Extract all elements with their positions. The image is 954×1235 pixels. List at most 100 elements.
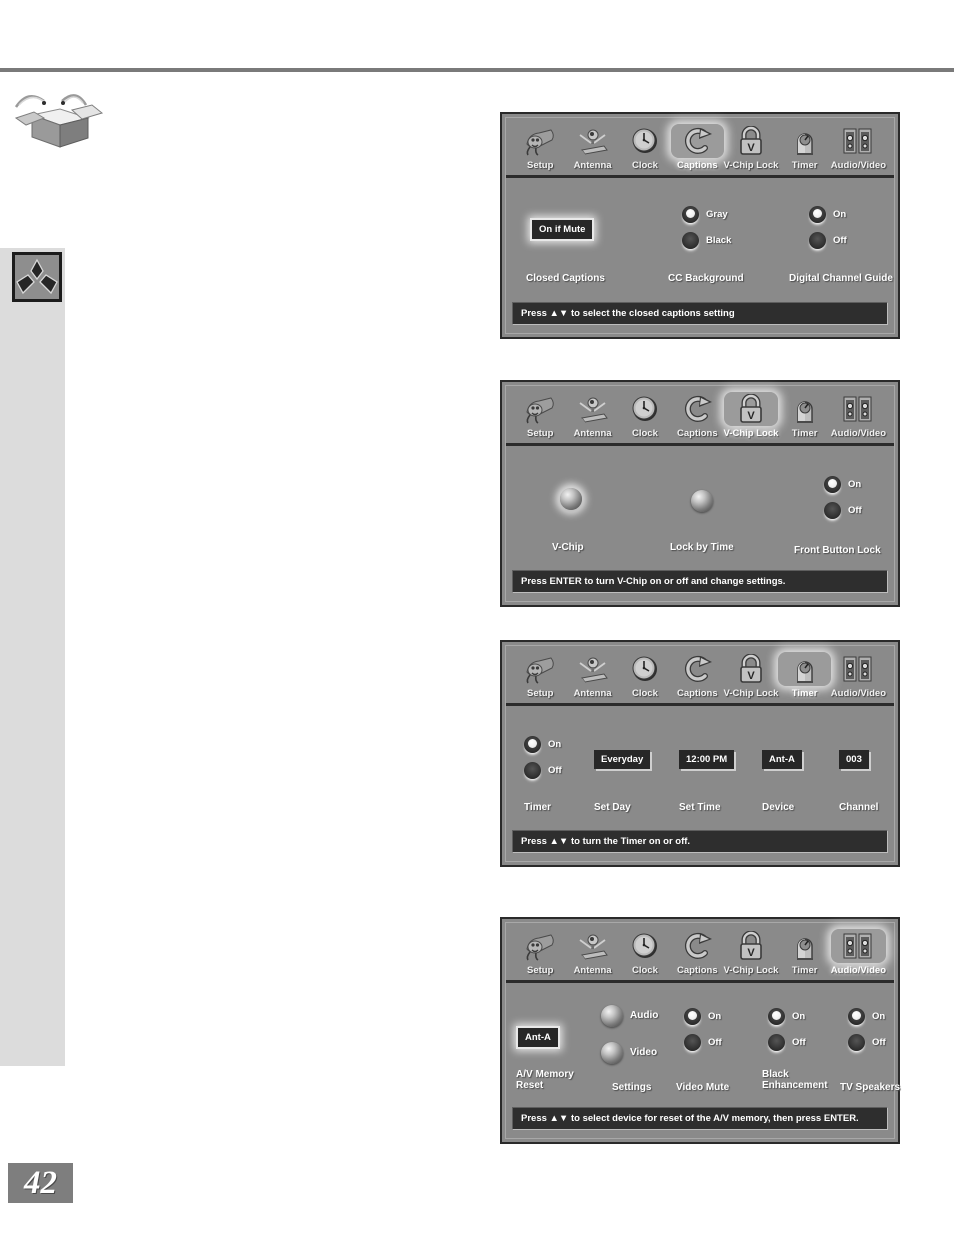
menu-tab-v-chip-lock[interactable]: V V-Chip Lock [723,124,779,171]
group-label-device: Device [762,802,795,813]
menu-tab-label: Captions [676,428,718,439]
menu-tab-label: Antenna [573,428,612,439]
group-label-channel: Channel [839,802,879,813]
menu-tab-clock[interactable]: Clock [619,652,671,699]
radio-video-mute-off[interactable] [684,1034,701,1051]
osd-body: On if Mute Gray Black On Off Closed Capti… [506,178,894,298]
radio-label-black-enhancement-on: On [792,1011,806,1022]
radio-tv-speakers-on[interactable] [848,1008,865,1025]
menu-tab-label: V-Chip Lock [723,428,779,439]
menu-tab-v-chip-lock[interactable]: V V-Chip Lock [723,392,779,439]
clock-icon [619,392,671,426]
padlock-v-icon: V [724,652,779,686]
menu-tab-label: Clock [632,160,658,171]
menu-tab-v-chip-lock[interactable]: V V-Chip Lock [723,929,779,976]
group-label-cc-background: CC Background [668,273,744,284]
menu-tab-antenna[interactable]: Antenna [566,124,618,171]
menu-tab-label: Clock [632,688,658,699]
group-label-set-day: Set Day [594,802,631,813]
menu-tab-antenna[interactable]: Antenna [566,929,618,976]
menu-tab-v-chip-lock[interactable]: V V-Chip Lock [724,652,779,699]
menu-tab-setup[interactable]: Setup [514,652,566,699]
value-box-closed-captions[interactable]: On if Mute [529,218,595,241]
menu-tab-captions[interactable]: Captions [671,392,723,439]
menu-tab-timer[interactable]: Timer [778,929,830,976]
menu-tab-clock[interactable]: Clock [619,124,671,171]
menu-tab-clock[interactable]: Clock [619,929,671,976]
osd-panel-audio_video: Setup Antenna Clock Captions V V-Chip Lo… [500,917,900,1144]
menu-tab-setup[interactable]: Setup [514,392,566,439]
menu-tab-audio-video[interactable]: Audio/Video [831,392,886,439]
svg-text:V: V [747,410,755,422]
radio-label-dcg-off: Off [833,235,847,246]
osd-menu-bar: Setup Antenna Clock Captions V V-Chip Lo… [506,118,894,178]
menu-tab-captions[interactable]: Captions [671,124,724,171]
menu-tab-antenna[interactable]: Antenna [566,392,618,439]
status-bar-wrap: Press ▲▼ to select device for reset of t… [506,1103,894,1138]
menu-tab-audio-video[interactable]: Audio/Video [831,124,886,171]
radio-dcg-on[interactable] [809,206,826,223]
osd-menu-bar: Setup Antenna Clock Captions V V-Chip Lo… [506,646,894,706]
power-plug-icon [514,124,566,158]
sphere-button-v-chip[interactable] [560,488,582,510]
value-box-set-time[interactable]: 12:00 PM [679,750,735,769]
status-bar-wrap: Press ▲▼ to turn the Timer on or off. [506,826,894,861]
menu-tab-captions[interactable]: Captions [671,652,723,699]
radio-dcg-off[interactable] [809,232,826,249]
timer-dial-icon [778,392,830,426]
radio-tv-speakers-off[interactable] [848,1034,865,1051]
menu-tab-label: V-Chip Lock [723,160,779,171]
clock-icon [619,929,671,963]
radio-video-mute-on[interactable] [684,1008,701,1025]
value-box-device[interactable]: Ant-A [762,750,802,769]
radio-black-enhancement-off[interactable] [768,1034,785,1051]
menu-tab-setup[interactable]: Setup [514,124,566,171]
osd-body: Ant-A Audio Video On Off On Off On Off A/V … [506,983,900,1103]
radio-label-dcg-on: On [833,209,847,220]
menu-tab-label: Captions [676,688,718,699]
osd-inner: Setup Antenna Clock Captions V V-Chip Lo… [505,922,900,1139]
osd-body: On Off Everyday 12:00 PM Ant-A 003 Timer Set D… [506,706,894,826]
menu-tab-timer[interactable]: Timer [778,124,830,171]
radio-label-tv-speakers-on: On [872,1011,886,1022]
value-box-channel[interactable]: 003 [839,750,869,769]
clock-icon [619,124,671,158]
value-box-set-day[interactable]: Everyday [594,750,651,769]
menu-tab-label: Captions [676,160,718,171]
menu-tab-antenna[interactable]: Antenna [566,652,618,699]
radio-black-enhancement-on[interactable] [768,1008,785,1025]
menu-tab-label: Timer [791,428,818,439]
radio-label-video-mute-on: On [708,1011,722,1022]
speakers-icon [831,652,886,686]
menu-tab-audio-video[interactable]: Audio/Video [831,652,886,699]
radio-cc-black[interactable] [682,232,699,249]
satellite-dish-icon [566,929,618,963]
radio-timer-off[interactable] [524,762,541,779]
menu-tab-timer[interactable]: Timer [778,652,831,699]
mitsubishi-logo-icon [12,252,62,302]
sphere-button-settings-video[interactable] [601,1042,623,1064]
svg-text:V: V [747,142,755,154]
status-message: Press ▲▼ to select the closed captions s… [512,302,888,325]
sphere-button-lock-by-time[interactable] [691,490,713,512]
menu-tab-timer[interactable]: Timer [778,392,830,439]
group-label-video-mute: Video Mute [676,1082,730,1093]
radio-front-button-lock-on[interactable] [824,476,841,493]
radio-cc-gray[interactable] [682,206,699,223]
value-box-av-memory-reset[interactable]: Ant-A [516,1026,560,1049]
menu-tab-label: Audio/Video [830,965,887,976]
menu-tab-label: Antenna [573,965,612,976]
radio-label-front-button-lock-off: Off [848,505,862,516]
group-label-tv-speakers: TV Speakers [840,1082,901,1093]
menu-tab-setup[interactable]: Setup [514,929,566,976]
menu-tab-captions[interactable]: Captions [671,929,723,976]
captions-c-arrow-icon [671,929,723,963]
osd-panel-captions: Setup Antenna Clock Captions V V-Chip Lo… [500,112,900,339]
menu-tab-label: V-Chip Lock [723,965,779,976]
menu-tab-clock[interactable]: Clock [619,392,671,439]
menu-tab-audio-video[interactable]: Audio/Video [830,929,887,976]
radio-front-button-lock-off[interactable] [824,502,841,519]
group-label-av-memory-reset: A/V Memory Reset [516,1069,574,1091]
sphere-button-settings-audio[interactable] [601,1005,623,1027]
radio-timer-on[interactable] [524,736,541,753]
